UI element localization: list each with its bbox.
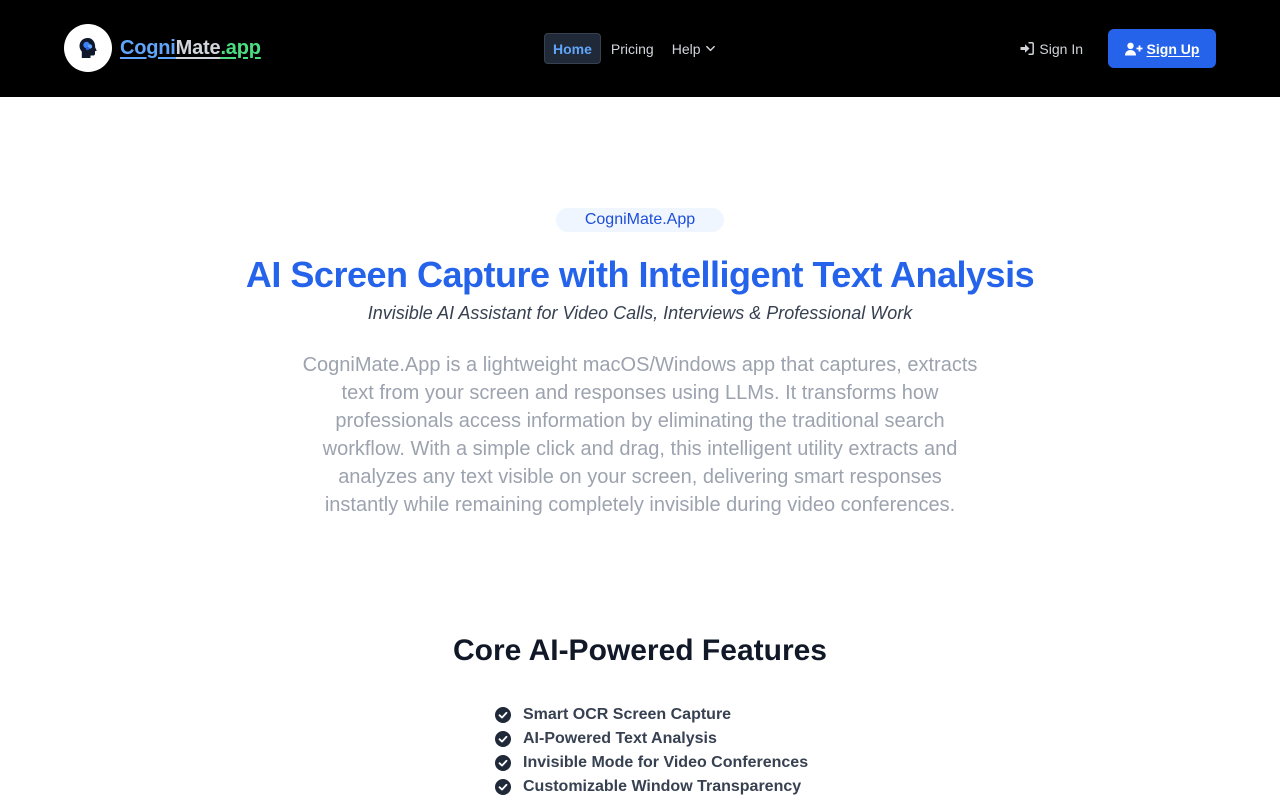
nav-pricing[interactable]: Pricing: [602, 33, 663, 64]
feature-item: Invisible Mode for Video Conferences: [495, 751, 808, 775]
feature-label: Invisible Mode for Video Conferences: [523, 754, 809, 771]
hero-subtitle: Invisible AI Assistant for Video Calls, …: [367, 303, 913, 323]
sign-up-button[interactable]: Sign Up: [1108, 29, 1216, 68]
feature-label: Customizable Window Transparency: [523, 778, 802, 795]
hero-title: AI Screen Capture with Intelligent Text …: [245, 254, 1035, 295]
brand-link[interactable]: Cogni Mate .app: [64, 24, 261, 72]
feature-item: Customizable Window Transparency: [495, 775, 808, 799]
product-badge: CogniMate.App: [556, 208, 724, 232]
auth-actions: Sign In Sign Up: [1020, 29, 1216, 68]
head-brain-icon: [64, 24, 112, 72]
sign-in-label: Sign In: [1039, 40, 1083, 57]
sign-in-link[interactable]: Sign In: [1020, 41, 1083, 57]
brand-name-part-2: Mate: [175, 36, 221, 59]
brand-name-part-3: .app: [220, 36, 261, 59]
check-circle-icon: [495, 755, 511, 771]
feature-item: Smart OCR Screen Capture: [495, 703, 808, 727]
sign-in-icon: [1020, 42, 1035, 55]
nav-home[interactable]: Home: [544, 33, 601, 64]
feature-label: AI-Powered Text Analysis: [523, 730, 717, 747]
check-circle-icon: [495, 731, 511, 747]
check-circle-icon: [495, 779, 511, 795]
features-list: Smart OCR Screen Capture AI-Powered Text…: [495, 703, 808, 799]
nav-help-label: Help: [671, 40, 701, 57]
top-navbar: Cogni Mate .app Home Pricing Help Sign In: [0, 0, 1280, 97]
user-plus-icon: [1124, 42, 1143, 55]
features-title: Core AI-Powered Features: [453, 634, 827, 667]
feature-label: Smart OCR Screen Capture: [523, 706, 732, 723]
check-circle-icon: [495, 707, 511, 723]
hero-description: CogniMate.App is a lightweight macOS/Win…: [302, 354, 978, 516]
main-nav: Home Pricing Help: [544, 33, 725, 64]
feature-item: AI-Powered Text Analysis: [495, 727, 808, 751]
brand-name: Cogni Mate .app: [120, 37, 261, 60]
nav-help-dropdown[interactable]: Help: [663, 33, 725, 64]
sign-up-label: Sign Up: [1146, 40, 1200, 57]
chevron-down-icon: [705, 43, 716, 54]
brand-name-part-1: Cogni: [120, 36, 176, 59]
